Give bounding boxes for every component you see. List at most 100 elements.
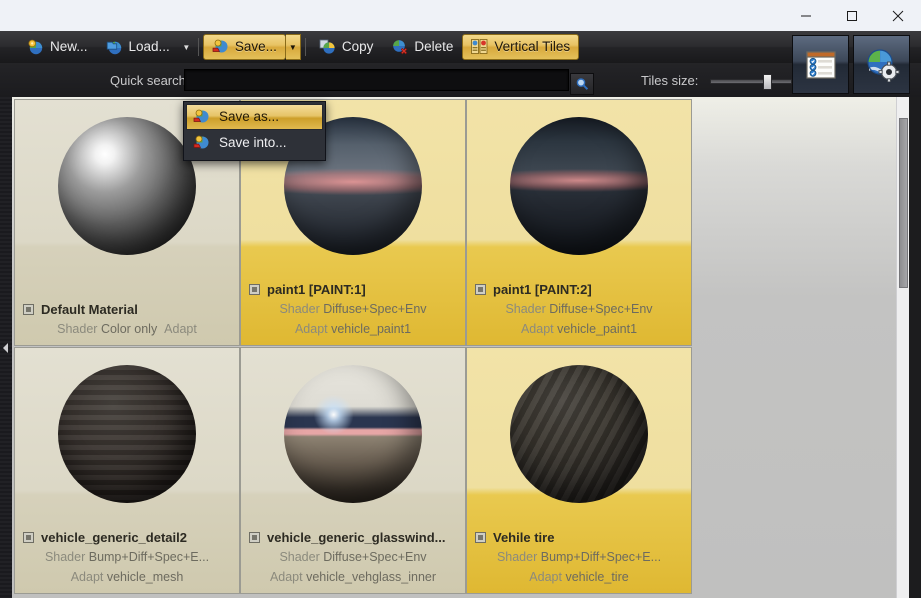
material-checkbox[interactable]	[475, 284, 486, 296]
shader-key: Shader	[57, 321, 98, 336]
slider-thumb[interactable]	[763, 74, 772, 90]
copy-button[interactable]: Copy	[310, 34, 383, 60]
material-name-row: vehicle_generic_glasswind...	[249, 530, 457, 545]
vertical-tiles-label: Vertical Tiles	[494, 38, 571, 54]
scrollbar-thumb[interactable]	[899, 118, 908, 288]
material-caption: paint1 [PAINT:1] Shader Diffuse+Spec+Env…	[241, 282, 465, 339]
toolbar-separator-2	[304, 38, 306, 56]
material-caption: vehicle_generic_glasswind... Shader Diff…	[241, 530, 465, 587]
settings-button[interactable]	[853, 35, 910, 94]
save-split-arrow-icon[interactable]: ▼	[285, 34, 301, 60]
panel-collapse-handle[interactable]	[0, 97, 12, 598]
menu-item-save-as-label: Save as...	[219, 108, 280, 124]
copy-label: Copy	[341, 38, 374, 54]
material-tile[interactable]: vehicle_generic_detail2 Shader Bump+Diff…	[14, 347, 240, 594]
material-name-row: paint1 [PAINT:2]	[475, 282, 683, 297]
adapt-key: Adapt	[164, 321, 197, 336]
material-caption: vehicle_generic_detail2 Shader Bump+Diff…	[15, 530, 239, 587]
search-toolbar: Quick search Tiles size:	[0, 63, 921, 97]
slider-track	[710, 79, 792, 84]
menu-item-save-into[interactable]: Save into...	[186, 130, 323, 156]
adapt-key: Adapt	[294, 321, 328, 336]
vertical-tiles-icon	[471, 39, 488, 55]
material-tile[interactable]: paint1 [PAINT:2] Shader Diffuse+Spec+Env…	[466, 99, 692, 346]
material-checkbox[interactable]	[23, 532, 34, 544]
adapt-value: vehicle_vehglass_inner	[306, 569, 437, 584]
vertical-scrollbar[interactable]	[896, 97, 909, 598]
material-name-row: vehicle_generic_detail2	[23, 530, 231, 545]
material-tile[interactable]: Vehile tire Shader Bump+Diff+Spec+E... A…	[466, 347, 692, 594]
material-name-row: Default Material	[23, 302, 231, 317]
main-toolbar: New... Load... ▼ Save... ▼ Copy Delete V…	[0, 31, 921, 63]
material-checkbox[interactable]	[249, 284, 260, 296]
new-material-icon	[27, 39, 44, 55]
load-split-arrow-icon[interactable]: ▼	[179, 34, 194, 60]
shader-key: Shader	[496, 550, 538, 565]
delete-label: Delete	[414, 38, 454, 54]
new-material-button[interactable]: New...	[18, 34, 97, 60]
material-name: paint1 [PAINT:2]	[493, 282, 592, 298]
save-into-icon	[193, 135, 210, 151]
shader-value: Bump+Diff+Spec+E...	[540, 550, 662, 565]
material-name: Vehile tire	[493, 530, 555, 546]
detail-sphere-icon	[58, 365, 196, 503]
material-checkbox[interactable]	[475, 532, 486, 544]
material-tile[interactable]: vehicle_generic_glasswind... Shader Diff…	[240, 347, 466, 594]
material-preview	[15, 348, 239, 520]
material-tile-grid[interactable]: Default Material Shader Color only Adapt	[12, 97, 896, 598]
material-caption: paint1 [PAINT:2] Shader Diffuse+Spec+Env…	[467, 282, 691, 339]
magnifier-icon	[576, 78, 589, 90]
properties-list-button[interactable]	[792, 35, 849, 94]
adapt-key: Adapt	[529, 569, 562, 584]
material-shader-line: Shader Color only Adapt	[23, 320, 231, 339]
shader-value: Bump+Diff+Spec+E...	[88, 550, 210, 565]
globe-gear-icon	[866, 48, 900, 82]
application-window: New... Load... ▼ Save... ▼ Copy Delete V…	[0, 31, 921, 598]
load-material-label: Load...	[128, 38, 170, 54]
material-shader-line: Shader Diffuse+Spec+Env	[475, 300, 683, 319]
material-preview	[467, 100, 691, 272]
material-adapt-line: Adapt vehicle_tire	[475, 568, 683, 587]
load-material-icon	[106, 39, 123, 55]
material-preview	[467, 348, 691, 520]
vertical-tiles-button[interactable]: Vertical Tiles	[462, 34, 580, 60]
material-caption: Default Material Shader Color only Adapt	[15, 302, 239, 339]
shader-key: Shader	[44, 550, 86, 565]
shader-key: Shader	[505, 302, 546, 317]
copy-icon	[319, 39, 336, 55]
material-name: vehicle_generic_detail2	[41, 530, 187, 546]
search-button[interactable]	[570, 73, 594, 95]
material-shader-line: Shader Diffuse+Spec+Env	[249, 548, 457, 567]
tiles-size-slider[interactable]	[710, 74, 792, 90]
minimize-icon[interactable]	[783, 0, 829, 31]
material-name: paint1 [PAINT:1]	[267, 282, 366, 298]
toolbar-separator	[197, 38, 199, 56]
save-material-button[interactable]: Save...	[202, 34, 286, 60]
new-material-label: New...	[50, 38, 88, 54]
shader-value: Color only	[100, 321, 158, 336]
close-icon[interactable]	[875, 0, 921, 31]
adapt-key: Adapt	[269, 569, 303, 584]
shader-value: Diffuse+Spec+Env	[323, 302, 427, 317]
search-input[interactable]	[184, 69, 569, 91]
save-material-label: Save...	[234, 38, 277, 54]
chevron-left-icon	[3, 342, 8, 353]
dark-paint-sphere-2-icon	[510, 117, 648, 255]
maximize-icon[interactable]	[829, 0, 875, 31]
material-checkbox[interactable]	[249, 532, 260, 544]
shader-value: Diffuse+Spec+Env	[323, 550, 427, 565]
material-name-row: Vehile tire	[475, 530, 683, 545]
chrome-sphere-icon	[58, 117, 196, 255]
quick-search-label: Quick search	[110, 72, 186, 88]
material-preview	[241, 348, 465, 520]
adapt-value: vehicle_paint1	[557, 321, 638, 336]
load-material-button[interactable]: Load...	[97, 34, 179, 60]
adapt-value: vehicle_mesh	[106, 569, 184, 584]
menu-item-save-as[interactable]: Save as...	[186, 104, 323, 130]
adapt-key: Adapt	[520, 321, 554, 336]
save-dropdown-menu: Save as... Save into...	[183, 101, 326, 161]
material-adapt-line: Adapt vehicle_mesh	[23, 568, 231, 587]
delete-button[interactable]: Delete	[382, 34, 462, 60]
material-checkbox[interactable]	[23, 303, 34, 315]
material-browser-panel: Default Material Shader Color only Adapt	[12, 97, 909, 598]
